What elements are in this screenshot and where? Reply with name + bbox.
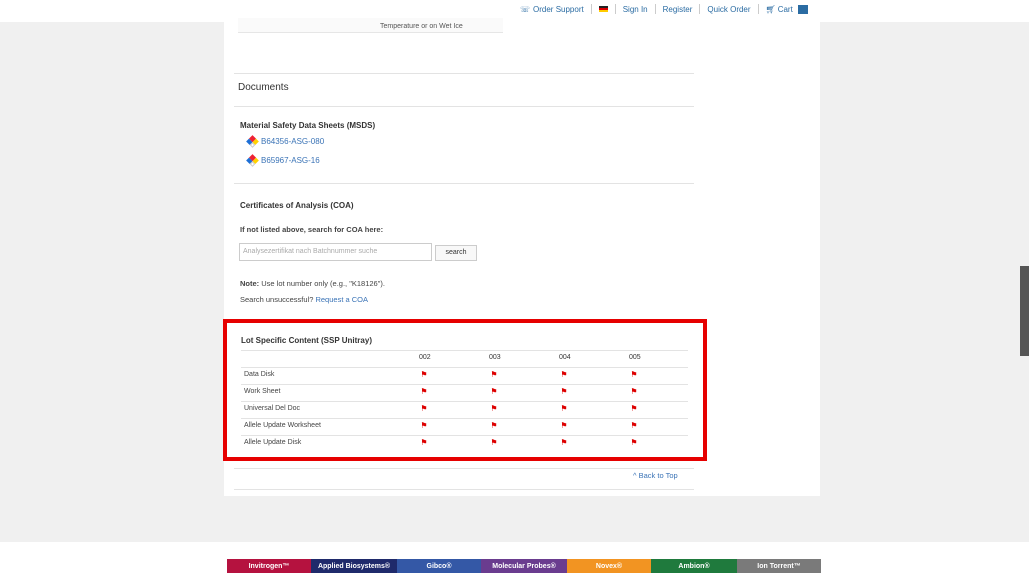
row-label: Allele Update Worksheet — [244, 422, 321, 429]
brand-tab[interactable]: Gibco® — [397, 559, 481, 573]
table-row — [241, 384, 688, 401]
cart-icon[interactable]: 🛒︎ — [766, 5, 776, 14]
register-link[interactable]: Register — [663, 5, 693, 14]
column-header: 005 — [629, 354, 641, 361]
sign-in-link[interactable]: Sign In — [623, 5, 648, 14]
phone-icon: ☏ — [520, 4, 531, 14]
brand-bar: Invitrogen™ Applied Biosystems® Gibco® Mole… — [227, 559, 821, 573]
brand-tab[interactable]: Ion Torrent™ — [737, 559, 821, 573]
brand-tab[interactable]: Novex® — [567, 559, 651, 573]
divider — [234, 489, 694, 490]
divider — [699, 4, 701, 14]
brand-tab[interactable]: Applied Biosystems® — [311, 559, 397, 573]
msds-link-2[interactable]: B65967-ASG-16 — [246, 154, 320, 167]
lot-content-title: Lot Specific Content (SSP Unitray) — [241, 336, 372, 345]
divider — [234, 468, 694, 469]
divider — [654, 4, 656, 14]
top-links: ☏ Order Support Sign In Register Quick O… — [520, 4, 808, 14]
pdf-icon[interactable]: ⚑ — [420, 421, 428, 430]
table-row — [241, 401, 688, 418]
pdf-icon[interactable]: ⚑ — [420, 404, 428, 413]
brand-tab[interactable]: Ambion® — [651, 559, 737, 573]
coa-unsuccessful: Search unsuccessful? Request a COA — [240, 295, 368, 304]
divider — [614, 4, 616, 14]
pdf-icon[interactable]: ⚑ — [630, 387, 638, 396]
pdf-icon[interactable]: ⚑ — [560, 370, 568, 379]
documents-title: Documents — [238, 82, 289, 93]
row-label: Work Sheet — [244, 388, 281, 395]
hazard-diamond-icon — [246, 135, 259, 148]
note-text: Use lot number only (e.g., "K18126"). — [259, 279, 385, 288]
divider — [234, 183, 694, 184]
cart-link[interactable]: Cart — [778, 5, 793, 14]
column-header: 002 — [419, 354, 431, 361]
order-support-link[interactable]: Order Support — [533, 5, 584, 14]
pdf-icon[interactable]: ⚑ — [490, 387, 498, 396]
note-label: Note: — [240, 279, 260, 288]
pdf-icon[interactable]: ⚑ — [560, 421, 568, 430]
storage-info-box — [238, 18, 503, 33]
msds-link-label[interactable]: B64356-ASG-080 — [261, 137, 324, 146]
pdf-icon[interactable]: ⚑ — [490, 421, 498, 430]
hazard-diamond-icon — [246, 154, 259, 167]
cart-count-badge[interactable]: 0 — [797, 4, 808, 14]
request-coa-link[interactable]: Request a COA — [315, 295, 368, 304]
top-navigation-bar: ☏ Order Support Sign In Register Quick O… — [0, 0, 1029, 23]
brand-tab[interactable]: Invitrogen™ — [227, 559, 311, 573]
pdf-icon[interactable]: ⚑ — [630, 438, 638, 447]
table-row — [241, 367, 688, 384]
coa-search-label: If not listed above, search for COA here… — [240, 225, 384, 234]
pdf-icon[interactable]: ⚑ — [420, 370, 428, 379]
coa-note: Note: Use lot number only (e.g., "K18126… — [240, 279, 385, 288]
msds-link-label[interactable]: B65967-ASG-16 — [261, 156, 320, 165]
pdf-icon[interactable]: ⚑ — [560, 438, 568, 447]
divider — [241, 350, 688, 351]
divider — [757, 4, 759, 14]
divider — [590, 4, 592, 14]
pdf-icon[interactable]: ⚑ — [560, 387, 568, 396]
pdf-icon[interactable]: ⚑ — [630, 421, 638, 430]
germany-flag-icon[interactable] — [598, 6, 608, 12]
back-to-top-link[interactable]: ^ Back to Top — [633, 471, 678, 480]
unsuccessful-text: Search unsuccessful? — [240, 295, 316, 304]
msds-link-1[interactable]: B64356-ASG-080 — [246, 135, 324, 148]
row-label: Universal Del Doc — [244, 405, 301, 412]
row-label: Allele Update Disk — [244, 439, 302, 446]
msds-title: Material Safety Data Sheets (MSDS) — [240, 121, 376, 130]
pdf-icon[interactable]: ⚑ — [420, 438, 428, 447]
pdf-icon[interactable]: ⚑ — [490, 404, 498, 413]
brand-tab[interactable]: Molecular Probes® — [481, 559, 567, 573]
pdf-icon[interactable]: ⚑ — [490, 438, 498, 447]
row-label: Data Disk — [244, 371, 275, 378]
coa-title: Certificates of Analysis (COA) — [240, 201, 354, 210]
column-header: 003 — [489, 354, 501, 361]
pdf-icon[interactable]: ⚑ — [420, 387, 428, 396]
column-header: 004 — [559, 354, 571, 361]
coa-search-input[interactable]: Analysezertifikat nach Batchnummer suche — [239, 243, 432, 261]
pdf-icon[interactable]: ⚑ — [560, 404, 568, 413]
feedback-side-tab[interactable] — [1020, 266, 1029, 356]
temperature-text: Temperature or on Wet Ice — [380, 23, 463, 30]
pdf-icon[interactable]: ⚑ — [630, 404, 638, 413]
pdf-icon[interactable]: ⚑ — [630, 370, 638, 379]
table-row — [241, 435, 688, 452]
divider — [234, 73, 694, 74]
pdf-icon[interactable]: ⚑ — [490, 370, 498, 379]
coa-search-button[interactable]: search — [435, 245, 477, 261]
divider — [234, 106, 694, 107]
quick-order-link[interactable]: Quick Order — [707, 5, 750, 14]
